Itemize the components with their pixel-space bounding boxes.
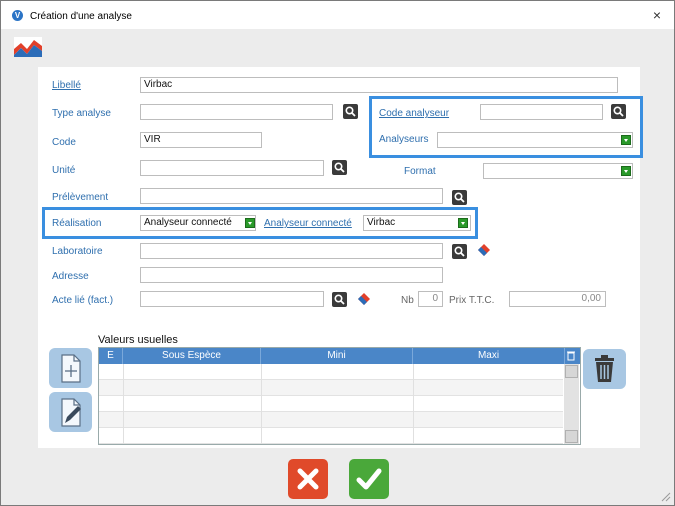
analyseur-connecte-dropdown-arrow[interactable] xyxy=(458,218,468,228)
adresse-input[interactable] xyxy=(140,267,443,283)
column-divider xyxy=(413,364,414,444)
eraser-icon[interactable] xyxy=(478,244,490,256)
dialog-window: V Création d'une analyse × Libellé Virba… xyxy=(0,0,675,506)
search-icon xyxy=(334,162,345,173)
validate-button[interactable] xyxy=(349,459,389,499)
acte-lie-input[interactable] xyxy=(140,291,324,307)
search-icon xyxy=(345,106,356,117)
unite-label: Unité xyxy=(52,165,76,176)
app-icon: V xyxy=(12,10,23,21)
code-analyseur-input[interactable] xyxy=(480,104,603,120)
window-title: Création d'une analyse xyxy=(30,11,132,22)
format-dropdown-arrow[interactable] xyxy=(621,166,631,176)
nb-label: Nb xyxy=(401,295,414,306)
search-icon xyxy=(613,106,624,117)
check-icon xyxy=(356,468,382,490)
search-icon xyxy=(454,246,465,257)
unite-input[interactable] xyxy=(140,160,324,176)
prelevement-input[interactable] xyxy=(140,188,443,204)
add-row-button[interactable] xyxy=(49,348,92,388)
resize-grip-icon[interactable] xyxy=(659,490,671,502)
close-button[interactable]: × xyxy=(647,6,667,24)
grid-header: E Sous Espèce Mini Maxi xyxy=(99,348,580,364)
table-row[interactable] xyxy=(99,412,563,428)
code-label: Code xyxy=(52,137,76,148)
adresse-label: Adresse xyxy=(52,271,89,282)
analyseurs-select[interactable] xyxy=(437,132,633,148)
libelle-label: Libellé xyxy=(52,80,81,91)
realisation-select[interactable]: Analyseur connecté xyxy=(140,215,256,231)
search-laboratoire-button[interactable] xyxy=(452,244,467,259)
acte-lie-label: Acte lié (fact.) xyxy=(52,295,114,306)
analyseurs-dropdown-arrow[interactable] xyxy=(621,135,631,145)
table-row[interactable] xyxy=(99,396,563,412)
column-header-mini[interactable]: Mini xyxy=(261,348,413,364)
laboratoire-label: Laboratoire xyxy=(52,246,103,257)
nb-input[interactable]: 0 xyxy=(418,291,443,307)
line-chart-icon xyxy=(14,37,42,57)
close-icon xyxy=(297,468,319,490)
column-header-sous-espece[interactable]: Sous Espèce xyxy=(123,348,261,364)
search-icon xyxy=(334,294,345,305)
cancel-button[interactable] xyxy=(288,459,328,499)
new-document-icon xyxy=(61,354,81,383)
search-type-analyse-button[interactable] xyxy=(343,104,358,119)
eraser-icon[interactable] xyxy=(358,293,370,305)
prix-ttc-label: Prix T.T.C. xyxy=(449,295,495,306)
type-analyse-input[interactable] xyxy=(140,104,333,120)
code-input[interactable]: VIR xyxy=(140,132,262,148)
scroll-up-button[interactable] xyxy=(565,365,578,378)
search-acte-lie-button[interactable] xyxy=(332,292,347,307)
analyseur-connecte-label: Analyseur connecté xyxy=(264,218,352,229)
column-settings-icon[interactable] xyxy=(565,350,577,362)
prelevement-label: Prélèvement xyxy=(52,192,109,203)
scroll-down-button[interactable] xyxy=(565,430,578,443)
valeurs-usuelles-title: Valeurs usuelles xyxy=(98,334,178,346)
delete-row-button[interactable] xyxy=(583,349,626,389)
libelle-input[interactable]: Virbac xyxy=(140,77,618,93)
table-row[interactable] xyxy=(99,380,563,396)
analyseur-connecte-select[interactable]: Virbac xyxy=(363,215,471,231)
table-row[interactable] xyxy=(99,428,563,444)
edit-document-icon xyxy=(61,398,81,427)
search-prelevement-button[interactable] xyxy=(452,190,467,205)
search-icon xyxy=(454,192,465,203)
column-header-e[interactable]: E xyxy=(99,348,123,364)
column-divider xyxy=(261,364,262,444)
code-analyseur-label: Code analyseur xyxy=(379,108,450,119)
title-bar: V Création d'une analyse × xyxy=(1,1,674,29)
edit-row-button[interactable] xyxy=(49,392,92,432)
search-unite-button[interactable] xyxy=(332,160,347,175)
realisation-dropdown-arrow[interactable] xyxy=(245,218,255,228)
table-row[interactable] xyxy=(99,364,563,380)
analyseurs-label: Analyseurs xyxy=(379,134,429,145)
prix-ttc-input[interactable]: 0,00 xyxy=(509,291,606,307)
column-header-maxi[interactable]: Maxi xyxy=(413,348,565,364)
trash-icon xyxy=(595,355,614,382)
grid-scrollbar[interactable] xyxy=(564,364,579,444)
valeurs-usuelles-grid: E Sous Espèce Mini Maxi xyxy=(98,347,581,445)
laboratoire-input[interactable] xyxy=(140,243,443,259)
search-code-analyseur-button[interactable] xyxy=(611,104,626,119)
format-label: Format xyxy=(404,166,436,177)
realisation-label: Réalisation xyxy=(52,218,102,229)
type-analyse-label: Type analyse xyxy=(52,108,111,119)
column-divider xyxy=(123,364,124,444)
format-select[interactable] xyxy=(483,163,633,179)
